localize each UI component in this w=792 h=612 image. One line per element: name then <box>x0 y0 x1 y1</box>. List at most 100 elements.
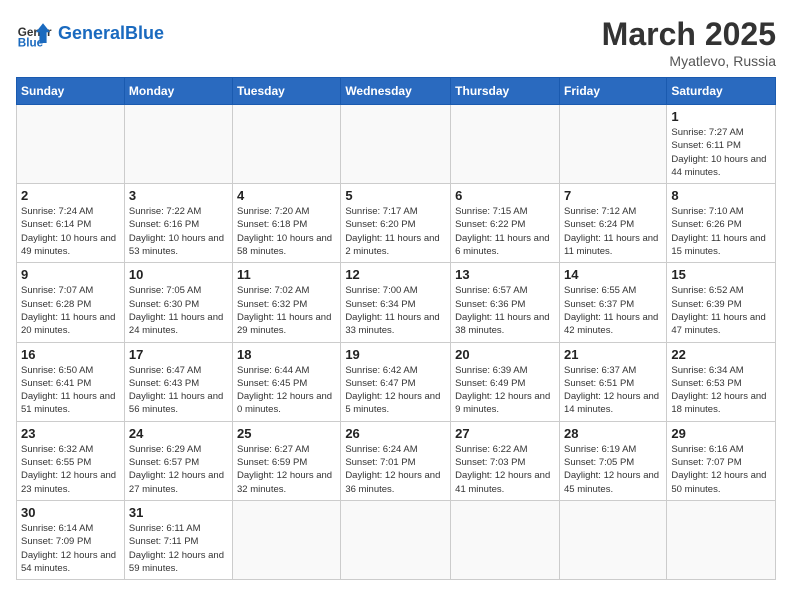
day-number: 14 <box>564 267 662 282</box>
calendar-title: March 2025 <box>602 16 776 53</box>
calendar-cell: 5Sunrise: 7:17 AM Sunset: 6:20 PM Daylig… <box>341 184 451 263</box>
logo-text: GeneralBlue <box>58 24 164 44</box>
title-block: March 2025 Myatlevo, Russia <box>602 16 776 69</box>
day-info: Sunrise: 6:29 AM Sunset: 6:57 PM Dayligh… <box>129 443 228 496</box>
day-number: 20 <box>455 347 555 362</box>
calendar-cell: 24 Sunrise: 6:29 AM Sunset: 6:57 PM Dayli… <box>124 421 232 500</box>
weekday-header-row: SundayMondayTuesdayWednesdayThursdayFrid… <box>17 78 776 105</box>
day-info: Sunrise: 6:14 AM Sunset: 7:09 PM Dayligh… <box>21 522 120 575</box>
day-info: Sunrise: 7:02 AM Sunset: 6:32 PM Dayligh… <box>237 284 336 337</box>
day-info: Sunrise: 7:12 AM Sunset: 6:24 PM Dayligh… <box>564 205 662 258</box>
calendar-cell: 9Sunrise: 7:07 AM Sunset: 6:28 PM Daylig… <box>17 263 125 342</box>
day-info: Sunrise: 6:34 AM Sunset: 6:53 PM Dayligh… <box>671 364 771 417</box>
day-info: Sunrise: 7:15 AM Sunset: 6:22 PM Dayligh… <box>455 205 555 258</box>
calendar-cell: 25Sunrise: 6:27 AM Sunset: 6:59 PM Dayli… <box>233 421 341 500</box>
day-number: 28 <box>564 426 662 441</box>
calendar-cell: 13 Sunrise: 6:57 AM Sunset: 6:36 PM Dayli… <box>451 263 560 342</box>
day-info: Sunrise: 7:22 AM Sunset: 6:16 PM Dayligh… <box>129 205 228 258</box>
calendar-cell: 11Sunrise: 7:02 AM Sunset: 6:32 PM Dayli… <box>233 263 341 342</box>
day-number: 13 <box>455 267 555 282</box>
calendar-table: SundayMondayTuesdayWednesdayThursdayFrid… <box>16 77 776 580</box>
day-number: 29 <box>671 426 771 441</box>
calendar-cell: 16 Sunrise: 6:50 AM Sunset: 6:41 PM Dayli… <box>17 342 125 421</box>
day-number: 19 <box>345 347 446 362</box>
calendar-cell: 8 Sunrise: 7:10 AM Sunset: 6:26 PM Daylig… <box>667 184 776 263</box>
calendar-cell: 21Sunrise: 6:37 AM Sunset: 6:51 PM Dayli… <box>559 342 666 421</box>
day-number: 7 <box>564 188 662 203</box>
logo-icon: General Blue <box>16 16 52 52</box>
day-info: Sunrise: 7:10 AM Sunset: 6:26 PM Dayligh… <box>671 205 771 258</box>
day-number: 8 <box>671 188 771 203</box>
calendar-cell: 18 Sunrise: 6:44 AM Sunset: 6:45 PM Dayli… <box>233 342 341 421</box>
calendar-cell: 31Sunrise: 6:11 AM Sunset: 7:11 PM Dayli… <box>124 500 232 579</box>
day-info: Sunrise: 6:47 AM Sunset: 6:43 PM Dayligh… <box>129 364 228 417</box>
calendar-cell: 1 Sunrise: 7:27 AM Sunset: 6:11 PM Daylig… <box>667 105 776 184</box>
day-number: 1 <box>671 109 771 124</box>
page-header: General Blue GeneralBlue March 2025 Myat… <box>16 16 776 69</box>
weekday-header-thursday: Thursday <box>451 78 560 105</box>
day-number: 5 <box>345 188 446 203</box>
day-info: Sunrise: 6:27 AM Sunset: 6:59 PM Dayligh… <box>237 443 336 496</box>
calendar-cell: 15Sunrise: 6:52 AM Sunset: 6:39 PM Dayli… <box>667 263 776 342</box>
calendar-cell <box>341 105 451 184</box>
day-number: 26 <box>345 426 446 441</box>
calendar-cell <box>451 105 560 184</box>
weekday-header-wednesday: Wednesday <box>341 78 451 105</box>
day-number: 12 <box>345 267 446 282</box>
day-info: Sunrise: 7:27 AM Sunset: 6:11 PM Dayligh… <box>671 126 771 179</box>
day-info: Sunrise: 7:24 AM Sunset: 6:14 PM Dayligh… <box>21 205 120 258</box>
calendar-cell: 27 Sunrise: 6:22 AM Sunset: 7:03 PM Dayli… <box>451 421 560 500</box>
day-number: 16 <box>21 347 120 362</box>
calendar-cell: 19 Sunrise: 6:42 AM Sunset: 6:47 PM Dayli… <box>341 342 451 421</box>
day-number: 4 <box>237 188 336 203</box>
day-info: Sunrise: 6:16 AM Sunset: 7:07 PM Dayligh… <box>671 443 771 496</box>
calendar-week-row: 1 Sunrise: 7:27 AM Sunset: 6:11 PM Daylig… <box>17 105 776 184</box>
calendar-cell <box>233 105 341 184</box>
calendar-cell <box>124 105 232 184</box>
day-info: Sunrise: 6:19 AM Sunset: 7:05 PM Dayligh… <box>564 443 662 496</box>
calendar-week-row: 9Sunrise: 7:07 AM Sunset: 6:28 PM Daylig… <box>17 263 776 342</box>
day-info: Sunrise: 7:05 AM Sunset: 6:30 PM Dayligh… <box>129 284 228 337</box>
day-info: Sunrise: 6:50 AM Sunset: 6:41 PM Dayligh… <box>21 364 120 417</box>
calendar-cell: 14Sunrise: 6:55 AM Sunset: 6:37 PM Dayli… <box>559 263 666 342</box>
weekday-header-friday: Friday <box>559 78 666 105</box>
day-number: 18 <box>237 347 336 362</box>
day-number: 24 <box>129 426 228 441</box>
day-info: Sunrise: 6:11 AM Sunset: 7:11 PM Dayligh… <box>129 522 228 575</box>
weekday-header-tuesday: Tuesday <box>233 78 341 105</box>
calendar-cell: 7 Sunrise: 7:12 AM Sunset: 6:24 PM Daylig… <box>559 184 666 263</box>
day-info: Sunrise: 6:57 AM Sunset: 6:36 PM Dayligh… <box>455 284 555 337</box>
calendar-cell: 6Sunrise: 7:15 AM Sunset: 6:22 PM Daylig… <box>451 184 560 263</box>
calendar-cell: 10 Sunrise: 7:05 AM Sunset: 6:30 PM Dayli… <box>124 263 232 342</box>
weekday-header-saturday: Saturday <box>667 78 776 105</box>
calendar-cell <box>451 500 560 579</box>
weekday-header-sunday: Sunday <box>17 78 125 105</box>
calendar-week-row: 30Sunrise: 6:14 AM Sunset: 7:09 PM Dayli… <box>17 500 776 579</box>
logo: General Blue GeneralBlue <box>16 16 164 52</box>
day-number: 27 <box>455 426 555 441</box>
day-info: Sunrise: 7:00 AM Sunset: 6:34 PM Dayligh… <box>345 284 446 337</box>
day-info: Sunrise: 6:44 AM Sunset: 6:45 PM Dayligh… <box>237 364 336 417</box>
day-number: 17 <box>129 347 228 362</box>
calendar-week-row: 23Sunrise: 6:32 AM Sunset: 6:55 PM Dayli… <box>17 421 776 500</box>
day-number: 9 <box>21 267 120 282</box>
day-info: Sunrise: 6:22 AM Sunset: 7:03 PM Dayligh… <box>455 443 555 496</box>
calendar-cell: 22Sunrise: 6:34 AM Sunset: 6:53 PM Dayli… <box>667 342 776 421</box>
calendar-cell: 17 Sunrise: 6:47 AM Sunset: 6:43 PM Dayli… <box>124 342 232 421</box>
day-info: Sunrise: 6:32 AM Sunset: 6:55 PM Dayligh… <box>21 443 120 496</box>
day-number: 10 <box>129 267 228 282</box>
calendar-cell: 26Sunrise: 6:24 AM Sunset: 7:01 PM Dayli… <box>341 421 451 500</box>
calendar-cell: 4Sunrise: 7:20 AM Sunset: 6:18 PM Daylig… <box>233 184 341 263</box>
day-number: 15 <box>671 267 771 282</box>
calendar-cell: 30Sunrise: 6:14 AM Sunset: 7:09 PM Dayli… <box>17 500 125 579</box>
calendar-cell: 20 Sunrise: 6:39 AM Sunset: 6:49 PM Dayli… <box>451 342 560 421</box>
calendar-cell <box>341 500 451 579</box>
day-info: Sunrise: 6:39 AM Sunset: 6:49 PM Dayligh… <box>455 364 555 417</box>
calendar-cell <box>667 500 776 579</box>
day-number: 21 <box>564 347 662 362</box>
calendar-cell: 2Sunrise: 7:24 AM Sunset: 6:14 PM Daylig… <box>17 184 125 263</box>
calendar-cell <box>17 105 125 184</box>
calendar-cell: 28 Sunrise: 6:19 AM Sunset: 7:05 PM Dayli… <box>559 421 666 500</box>
calendar-cell: 23Sunrise: 6:32 AM Sunset: 6:55 PM Dayli… <box>17 421 125 500</box>
day-info: Sunrise: 6:42 AM Sunset: 6:47 PM Dayligh… <box>345 364 446 417</box>
